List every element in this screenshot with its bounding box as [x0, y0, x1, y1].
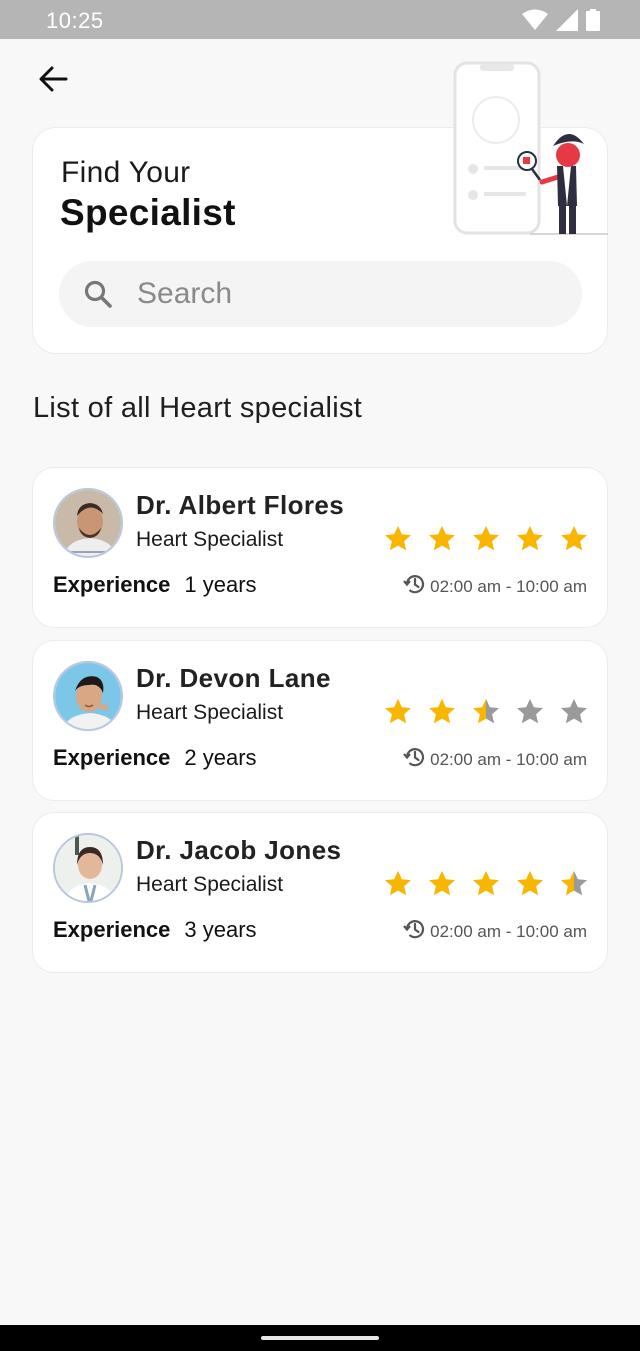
battery-icon: [586, 9, 600, 36]
star-filled-icon: [385, 698, 411, 724]
doctor-role: Heart Specialist: [136, 873, 284, 896]
star-half-icon: [473, 698, 499, 724]
star-filled-icon: [429, 698, 455, 724]
hours-text: 02:00 am - 10:00 am: [430, 749, 587, 769]
search-input[interactable]: [137, 277, 557, 311]
experience-row: Experience 3 years: [53, 917, 257, 943]
experience-value: 2 years: [184, 745, 257, 770]
star-filled-icon: [429, 525, 455, 551]
doctor-name: Dr. Jacob Jones: [136, 835, 342, 865]
star-filled-icon: [473, 870, 499, 896]
status-icons: [522, 9, 600, 36]
working-hours: 02:00 am - 10:00 am: [402, 572, 587, 601]
working-hours: 02:00 am - 10:00 am: [402, 745, 587, 774]
doctor-card[interactable]: Dr. Albert Flores Heart Specialist Exper…: [32, 467, 608, 628]
star-half-icon: [561, 870, 587, 896]
experience-row: Experience 2 years: [53, 745, 257, 771]
search-icon: [83, 279, 113, 309]
experience-label: Experience: [53, 572, 171, 597]
back-button[interactable]: [34, 62, 72, 100]
hours-text: 02:00 am - 10:00 am: [430, 921, 587, 941]
experience-label: Experience: [53, 745, 171, 770]
star-empty-icon: [561, 698, 587, 724]
section-heading: List of all Heart specialist: [33, 392, 363, 424]
working-hours: 02:00 am - 10:00 am: [402, 917, 587, 946]
status-bar: 10:25: [0, 0, 640, 39]
doctor-card[interactable]: Dr. Devon Lane Heart Specialist Experien…: [32, 640, 608, 801]
experience-label: Experience: [53, 917, 171, 942]
history-clock-icon: [402, 745, 426, 774]
star-filled-icon: [429, 870, 455, 896]
star-filled-icon: [517, 870, 543, 896]
search-bar[interactable]: [59, 261, 582, 327]
doctor-role: Heart Specialist: [136, 701, 284, 724]
experience-value: 1 years: [184, 572, 257, 597]
star-rating: [383, 697, 589, 727]
star-empty-icon: [517, 698, 543, 724]
doctor-avatar: [53, 661, 123, 731]
doctor-role: Heart Specialist: [136, 528, 284, 551]
star-filled-icon: [561, 525, 587, 551]
star-filled-icon: [385, 525, 411, 551]
doctor-phone-illustration: [448, 58, 613, 240]
experience-row: Experience 1 years: [53, 572, 257, 598]
doctor-card[interactable]: Dr. Jacob Jones Heart Specialist Experie…: [32, 812, 608, 973]
star-rating: [383, 524, 589, 554]
history-clock-icon: [402, 572, 426, 601]
hero-subtitle: Find Your: [61, 156, 191, 189]
star-filled-icon: [385, 870, 411, 896]
star-filled-icon: [473, 525, 499, 551]
status-time: 10:25: [46, 8, 104, 33]
star-filled-icon: [517, 525, 543, 551]
doctor-name: Dr. Albert Flores: [136, 490, 345, 520]
wifi-icon: [522, 9, 548, 36]
doctor-avatar: [53, 833, 123, 903]
hero-title: Specialist: [60, 192, 236, 233]
system-nav-bar: [0, 1325, 640, 1351]
star-rating: [383, 869, 589, 899]
home-indicator[interactable]: [261, 1336, 379, 1340]
experience-value: 3 years: [184, 917, 257, 942]
doctor-avatar: [53, 488, 123, 558]
signal-icon: [556, 9, 578, 36]
arrow-left-icon: [38, 66, 68, 97]
doctor-name: Dr. Devon Lane: [136, 663, 331, 693]
hours-text: 02:00 am - 10:00 am: [430, 576, 587, 596]
history-clock-icon: [402, 917, 426, 946]
